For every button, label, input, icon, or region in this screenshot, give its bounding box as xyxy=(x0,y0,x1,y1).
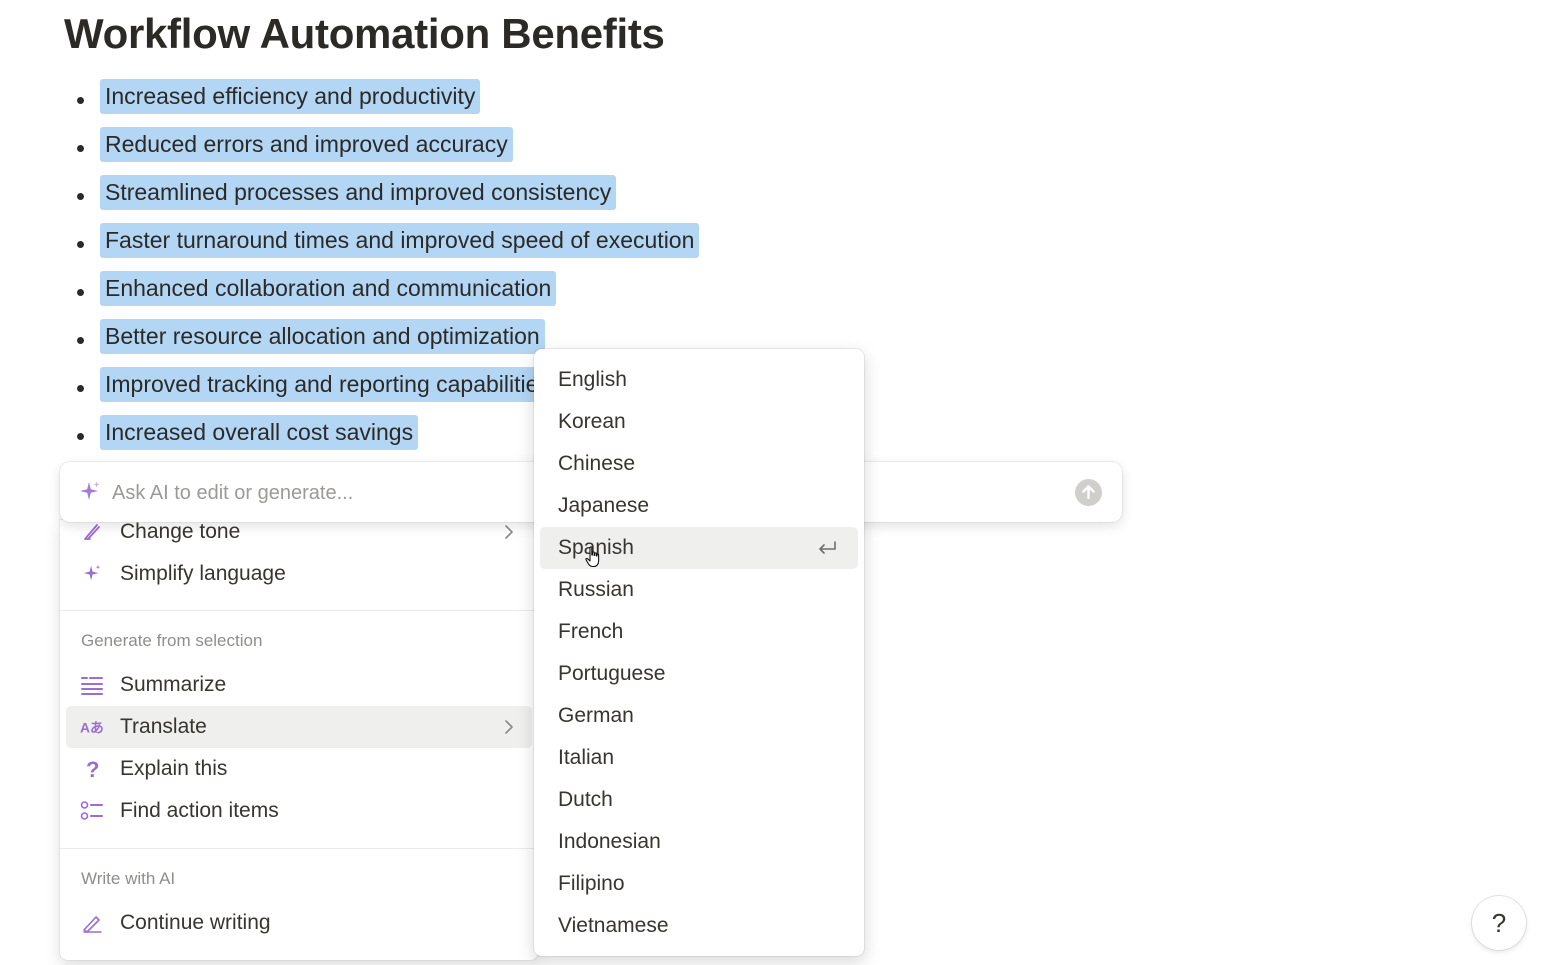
summarize-icon xyxy=(80,673,104,697)
bullet-text[interactable]: Enhanced collaboration and communication xyxy=(100,271,557,306)
tone-icon xyxy=(80,520,104,544)
language-item-vietnamese[interactable]: Vietnamese xyxy=(540,905,858,947)
sparkle-icon xyxy=(78,480,102,504)
language-label: Portuguese xyxy=(558,662,666,685)
menu-item-summarize[interactable]: Summarize xyxy=(66,664,532,706)
language-item-dutch[interactable]: Dutch xyxy=(540,779,858,821)
menu-divider xyxy=(60,610,538,611)
sparkle-icon xyxy=(80,562,104,586)
menu-item-label: Simplify language xyxy=(120,562,286,585)
translate-icon: Aあ xyxy=(80,715,104,739)
language-item-russian[interactable]: Russian xyxy=(540,569,858,611)
language-item-indonesian[interactable]: Indonesian xyxy=(540,821,858,863)
arrow-up-icon xyxy=(1082,485,1095,500)
menu-item-label: Change tone xyxy=(120,520,241,543)
ai-command-menu: Change tone Simplify language Generate f… xyxy=(60,520,538,960)
menu-item-label: Summarize xyxy=(120,673,227,696)
bullet-icon xyxy=(77,289,84,296)
menu-item-label: Continue writing xyxy=(120,911,271,934)
language-item-filipino[interactable]: Filipino xyxy=(540,863,858,905)
menu-item-explain-this[interactable]: ? Explain this xyxy=(66,748,532,790)
bullet-icon xyxy=(77,145,84,152)
send-button[interactable] xyxy=(1075,479,1102,506)
menu-item-translate[interactable]: Aあ Translate xyxy=(66,706,532,748)
bullet-icon xyxy=(77,433,84,440)
menu-divider xyxy=(60,848,538,849)
language-label: Dutch xyxy=(558,788,613,811)
language-label: Russian xyxy=(558,578,634,601)
menu-item-label: Translate xyxy=(120,715,207,738)
bullet-icon xyxy=(77,385,84,392)
menu-item-continue-writing[interactable]: Continue writing xyxy=(66,902,532,944)
section-label-generate: Generate from selection xyxy=(81,631,263,650)
language-item-chinese[interactable]: Chinese xyxy=(540,443,858,485)
bullet-text[interactable]: Increased efficiency and productivity xyxy=(100,79,481,114)
svg-text:?: ? xyxy=(86,757,99,781)
bullet-text[interactable]: Reduced errors and improved accuracy xyxy=(100,127,513,162)
pen-icon xyxy=(80,911,104,935)
bullet-text[interactable]: Increased overall cost savings xyxy=(100,415,419,450)
language-label: English xyxy=(558,368,627,391)
hand-cursor-icon xyxy=(585,546,600,568)
section-label-write: Write with AI xyxy=(81,869,176,888)
language-label: French xyxy=(558,620,624,643)
bullet-icon xyxy=(77,337,84,344)
language-label: Chinese xyxy=(558,452,636,475)
svg-text:Aあ: Aあ xyxy=(80,720,104,736)
menu-item-find-action-items[interactable]: Find action items xyxy=(66,790,532,832)
menu-item-simplify-language[interactable]: Simplify language xyxy=(66,553,532,595)
bullet-icon xyxy=(77,193,84,200)
language-item-japanese[interactable]: Japanese xyxy=(540,485,858,527)
language-item-german[interactable]: German xyxy=(540,695,858,737)
help-button[interactable]: ? xyxy=(1472,896,1526,950)
bullet-text[interactable]: Faster turnaround times and improved spe… xyxy=(100,223,700,258)
menu-item-label: Explain this xyxy=(120,757,228,780)
question-icon: ? xyxy=(80,757,104,781)
language-submenu: English Korean Chinese Japanese Spanish … xyxy=(534,349,864,956)
page-title: Workflow Automation Benefits xyxy=(64,10,665,57)
menu-item-change-tone[interactable]: Change tone xyxy=(66,520,532,553)
language-item-korean[interactable]: Korean xyxy=(540,401,858,443)
bullet-text[interactable]: Streamlined processes and improved consi… xyxy=(100,175,617,210)
language-label: Indonesian xyxy=(558,830,661,853)
enter-key-icon xyxy=(819,541,836,554)
bullet-text[interactable]: Improved tracking and reporting capabili… xyxy=(100,367,555,402)
language-item-french[interactable]: French xyxy=(540,611,858,653)
language-item-english[interactable]: English xyxy=(540,359,858,401)
language-label: Italian xyxy=(558,746,615,769)
language-label: Filipino xyxy=(558,872,625,895)
chevron-right-icon xyxy=(505,525,513,539)
language-label: Korean xyxy=(558,410,626,433)
chevron-right-icon xyxy=(505,720,513,734)
language-label: Vietnamese xyxy=(558,914,669,937)
menu-item-label: Find action items xyxy=(120,799,279,822)
language-item-portuguese[interactable]: Portuguese xyxy=(540,653,858,695)
language-label: German xyxy=(558,704,634,727)
bullet-icon xyxy=(77,97,84,104)
checklist-icon xyxy=(80,799,104,823)
language-label: Japanese xyxy=(558,494,650,517)
bullet-text[interactable]: Better resource allocation and optimizat… xyxy=(100,319,545,354)
language-item-italian[interactable]: Italian xyxy=(540,737,858,779)
bullet-icon xyxy=(77,241,84,248)
